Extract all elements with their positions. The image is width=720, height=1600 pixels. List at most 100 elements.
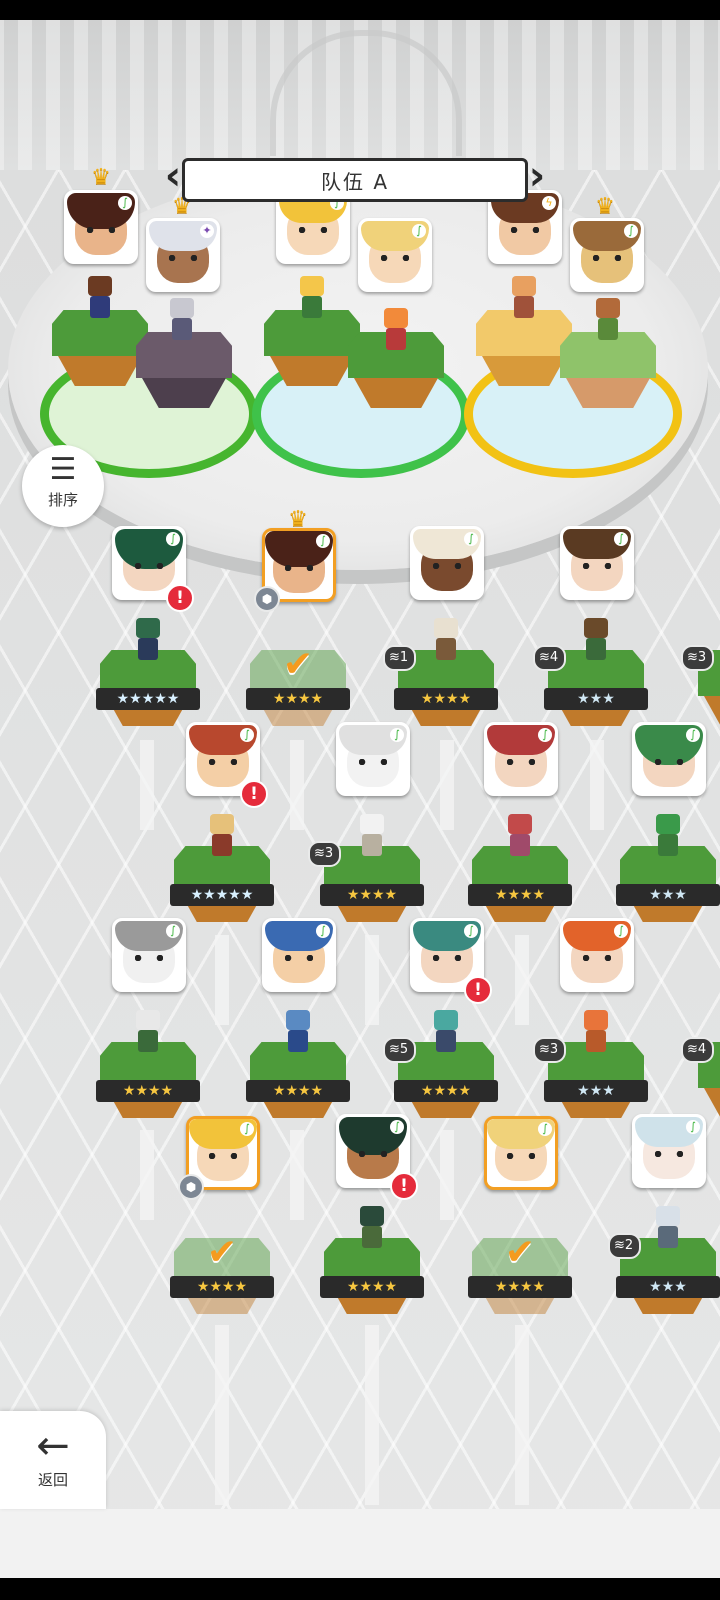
sort-label: 排序 — [47, 491, 78, 509]
team-unit-sprite[interactable] — [80, 276, 120, 318]
team-unit-sprite[interactable] — [504, 276, 544, 318]
leaf-element-icon: ∫ — [240, 1122, 254, 1136]
roster-unit-sprite[interactable] — [352, 814, 392, 856]
checkmark-icon: ✔ — [282, 644, 314, 685]
team-slot-portrait[interactable]: ∫ — [64, 190, 138, 264]
team-block[interactable] — [52, 310, 148, 388]
pillar — [215, 935, 229, 1025]
star-rating: ★★★★★ — [96, 688, 200, 710]
team-block[interactable] — [476, 310, 572, 388]
level-badge: ≋2 — [608, 1233, 642, 1259]
level-badge: ≋5 — [383, 1037, 417, 1063]
warning-badge: ! — [464, 976, 492, 1004]
star-rating: ★★★★ — [246, 1080, 350, 1102]
cube-icon: ⬢ — [254, 586, 280, 612]
roster-portrait[interactable]: ∫ — [112, 918, 186, 992]
leaf-element-icon: ∫ — [316, 924, 330, 938]
roster-unit-sprite[interactable] — [128, 1010, 168, 1052]
leaf-element-icon: ∫ — [464, 924, 478, 938]
leaf-element-icon: ∫ — [538, 728, 552, 742]
game-scene: ♛ ∫ ♛ ✦ ∫ ∫ ϟ ♛ ∫ ‹ 队伍 A › ★★★★★ ∫ ! ✔ ★… — [0, 20, 720, 1578]
roster-unit-sprite[interactable] — [352, 1206, 392, 1248]
leaf-element-icon: ∫ — [614, 924, 628, 938]
back-button[interactable]: ← 返回 — [0, 1411, 106, 1509]
crown-icon: ♛ — [91, 165, 111, 190]
level-badge: ≋4 — [681, 1037, 715, 1063]
leaf-element-icon: ∫ — [624, 224, 638, 238]
pillar — [365, 1325, 379, 1505]
sort-button[interactable]: ☰ 排序 — [22, 445, 104, 527]
pillar — [515, 1325, 529, 1505]
cube-icon: ⬢ — [178, 1174, 204, 1200]
team-selector: ‹ 队伍 A › — [160, 156, 550, 202]
leaf-element-icon: ∫ — [166, 532, 180, 546]
roster-unit-sprite[interactable] — [426, 618, 466, 660]
roster-portrait[interactable]: ∫ — [560, 918, 634, 992]
team-slot-portrait[interactable]: ✦ — [146, 218, 220, 292]
warning-badge: ! — [390, 1172, 418, 1200]
leaf-element-icon: ∫ — [686, 1120, 700, 1134]
roster-unit-sprite[interactable] — [278, 1010, 318, 1052]
chevron-right-icon[interactable]: › — [524, 156, 550, 198]
star-rating: ★★★ — [544, 1080, 648, 1102]
team-block[interactable] — [264, 310, 360, 388]
level-badge: ≋3 — [681, 645, 715, 671]
team-unit-sprite[interactable] — [162, 298, 202, 340]
team-block[interactable] — [136, 332, 232, 410]
pillar — [440, 740, 454, 830]
star-rating: ★★★★ — [320, 884, 424, 906]
roster-portrait[interactable]: ∫ — [484, 722, 558, 796]
roster-portrait[interactable]: ∫ — [560, 526, 634, 600]
star-rating: ★★★★ — [320, 1276, 424, 1298]
roster-unit-sprite[interactable] — [648, 1206, 688, 1248]
roster-portrait[interactable]: ∫ — [484, 1116, 558, 1190]
star-rating: ★★★★ — [96, 1080, 200, 1102]
star-rating: ★★★★★ — [170, 884, 274, 906]
leaf-element-icon: ∫ — [412, 224, 426, 238]
level-value: 4 — [697, 1042, 707, 1057]
level-value: 3 — [549, 1042, 559, 1057]
level-badge: ≋1 — [383, 645, 417, 671]
leaf-element-icon: ∫ — [316, 534, 330, 548]
roster-portrait[interactable]: ∫ — [336, 722, 410, 796]
level-value: 5 — [399, 1042, 409, 1057]
level-value: 3 — [324, 846, 334, 861]
star-rating: ★★★★ — [468, 1276, 572, 1298]
roster-unit-sprite[interactable] — [576, 618, 616, 660]
pillar — [215, 1325, 229, 1505]
roster-portrait[interactable]: ∫ — [262, 918, 336, 992]
leaf-element-icon: ∫ — [538, 1122, 552, 1136]
leaf-element-icon: ∫ — [118, 196, 132, 210]
star-rating: ★★★★ — [246, 688, 350, 710]
checkmark-icon: ✔ — [504, 1232, 536, 1273]
star-rating: ★★★★ — [394, 688, 498, 710]
crown-icon: ♛ — [595, 194, 615, 219]
level-value: 1 — [399, 650, 409, 665]
leaf-element-icon: ∫ — [390, 1120, 404, 1134]
level-badge: ≋3 — [308, 841, 342, 867]
team-slot-portrait[interactable]: ∫ — [570, 218, 644, 292]
team-block[interactable] — [560, 332, 656, 410]
roster-portrait[interactable]: ∫ — [632, 1114, 706, 1188]
roster-unit-sprite[interactable] — [202, 814, 242, 856]
roster-portrait[interactable]: ∫ — [410, 526, 484, 600]
leaf-element-icon: ∫ — [240, 728, 254, 742]
team-unit-sprite[interactable] — [588, 298, 628, 340]
team-slot-portrait[interactable]: ∫ — [358, 218, 432, 292]
roster-unit-sprite[interactable] — [648, 814, 688, 856]
roster-unit-sprite[interactable] — [128, 618, 168, 660]
roster-unit-sprite[interactable] — [576, 1010, 616, 1052]
roster-unit-sprite[interactable] — [426, 1010, 466, 1052]
leaf-element-icon: ∫ — [464, 532, 478, 546]
pillar — [515, 935, 529, 1025]
roster-portrait[interactable]: ∫ — [632, 722, 706, 796]
arrow-left-icon: ← — [36, 1423, 70, 1469]
star-rating: ★★★ — [544, 688, 648, 710]
team-unit-sprite[interactable] — [292, 276, 332, 318]
team-name: 队伍 A — [182, 158, 528, 202]
back-label: 返回 — [37, 1471, 68, 1489]
team-unit-sprite[interactable] — [376, 308, 416, 350]
roster-unit-sprite[interactable] — [500, 814, 540, 856]
pillar — [140, 740, 154, 830]
leaf-element-icon: ∫ — [614, 532, 628, 546]
